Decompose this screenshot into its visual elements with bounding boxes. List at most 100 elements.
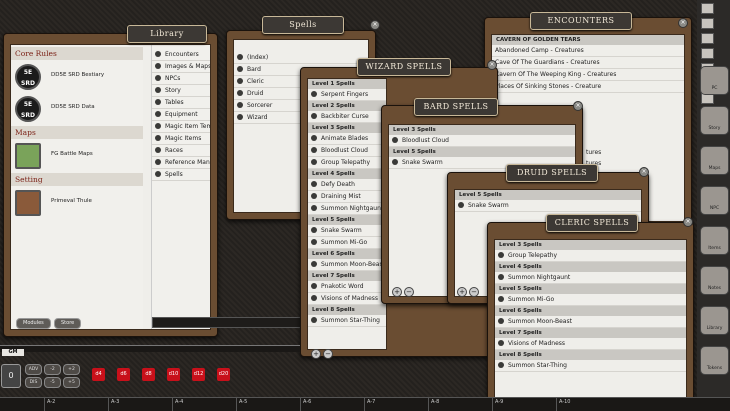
hotkey-slot[interactable]: A-9 — [492, 398, 555, 411]
list-item[interactable]: Summon Star-Thing — [495, 360, 686, 372]
close-icon[interactable]: × — [573, 101, 583, 111]
category-header[interactable]: Core Rules — [11, 47, 143, 60]
list-item[interactable]: Summon Mi-Go — [308, 237, 386, 249]
link-icon[interactable] — [498, 252, 504, 258]
module-entry[interactable]: 5E SRD DD5E SRD Bestiary — [11, 62, 143, 92]
list-item[interactable]: Pnakotic Word — [308, 281, 386, 293]
sidebar-button-items[interactable]: Items — [700, 226, 729, 255]
sidebar-button-library[interactable]: Library — [700, 306, 729, 335]
modifier-button[interactable]: -5 — [44, 377, 61, 388]
category-header[interactable]: Setting — [11, 173, 143, 186]
remove-icon[interactable]: − — [469, 287, 479, 297]
list-item[interactable]: Story — [152, 85, 210, 97]
modifier-button[interactable]: DIS — [25, 377, 42, 388]
sidebar-button-npc[interactable]: NPC — [700, 186, 729, 215]
list-item[interactable]: Encounters — [152, 49, 210, 61]
sidebar-button-notes[interactable]: Notes — [700, 266, 729, 295]
list-item[interactable]: Defy Death — [308, 179, 386, 191]
link-icon[interactable] — [498, 318, 504, 324]
hotkey-slot[interactable]: A-10 — [556, 398, 619, 411]
remove-icon[interactable]: − — [323, 349, 333, 359]
close-icon[interactable]: × — [678, 18, 688, 28]
dice-d6[interactable]: d6 — [117, 368, 130, 381]
encounters-title[interactable]: Encounters — [530, 12, 632, 30]
cleric-spells-title[interactable]: Cleric Spells — [546, 214, 638, 232]
modifier-box[interactable]: 0 — [1, 364, 21, 388]
add-icon[interactable]: + — [457, 287, 467, 297]
list-item[interactable]: Visions of Madness — [495, 338, 686, 350]
link-icon[interactable] — [237, 54, 243, 60]
list-item[interactable]: Backbiter Curse — [308, 111, 386, 123]
link-icon[interactable] — [237, 78, 243, 84]
spells-title[interactable]: Spells — [262, 16, 344, 34]
hotkey-slot[interactable]: A-8 — [428, 398, 491, 411]
encounter-item[interactable]: Cave Of The Guardians - Creatures — [492, 57, 684, 69]
bard-spells-title[interactable]: Bard Spells — [414, 98, 498, 116]
chat-entry-bar[interactable] — [0, 345, 300, 352]
grid-button[interactable] — [701, 33, 714, 44]
grid-button[interactable] — [701, 48, 714, 59]
hotkey-slot[interactable]: A-7 — [364, 398, 427, 411]
list-item[interactable]: Visions of Madness — [308, 293, 386, 305]
link-icon[interactable] — [311, 91, 317, 97]
link-icon[interactable] — [498, 340, 504, 346]
link-icon[interactable] — [498, 296, 504, 302]
encounter-item[interactable]: Places Of Sinking Stones - Creature — [492, 81, 684, 93]
link-icon[interactable] — [311, 135, 317, 141]
link-icon[interactable] — [237, 102, 243, 108]
link-icon[interactable] — [311, 283, 317, 289]
modules-button[interactable]: Modules — [16, 318, 51, 329]
list-item[interactable]: Group Telepathy — [308, 157, 386, 169]
modifier-button[interactable]: +2 — [63, 364, 80, 375]
module-entry[interactable]: Primeval Thule — [11, 188, 143, 218]
link-icon[interactable] — [498, 274, 504, 280]
encounter-item[interactable]: Abandoned Camp - Creatures — [492, 45, 684, 57]
library-filter[interactable] — [152, 317, 304, 328]
link-icon[interactable] — [155, 87, 161, 93]
list-item[interactable]: Summon Nightgaunt — [495, 272, 686, 284]
link-icon[interactable] — [498, 362, 504, 368]
remove-icon[interactable]: − — [404, 287, 414, 297]
list-item[interactable]: Equipment — [152, 109, 210, 121]
link-icon[interactable] — [458, 202, 464, 208]
list-item[interactable]: Magic Item Templates — [152, 121, 210, 133]
module-entry[interactable]: FG Battle Maps — [11, 141, 143, 171]
list-item[interactable]: Bloodlust Cloud — [308, 145, 386, 157]
list-item[interactable]: Spells — [152, 169, 210, 181]
list-item[interactable]: Summon Moon-Beast — [308, 259, 386, 271]
library-title[interactable]: Library — [127, 25, 207, 43]
link-icon[interactable] — [392, 137, 398, 143]
list-item[interactable]: Summon Star-Thing — [308, 315, 386, 327]
grid-button[interactable] — [701, 18, 714, 29]
close-icon[interactable]: × — [370, 20, 380, 30]
sidebar-button-story[interactable]: Story — [700, 106, 729, 135]
list-item[interactable]: Group Telepathy — [495, 250, 686, 262]
list-item[interactable]: (Index) — [234, 52, 368, 64]
sidebar-button-maps[interactable]: Maps — [700, 146, 729, 175]
link-icon[interactable] — [155, 159, 161, 165]
hotkey-slot[interactable]: A-5 — [236, 398, 299, 411]
link-icon[interactable] — [311, 295, 317, 301]
add-icon[interactable]: + — [311, 349, 321, 359]
sidebar-button-pc[interactable]: PC — [700, 66, 729, 95]
link-icon[interactable] — [311, 261, 317, 267]
list-item[interactable]: Summon Mi-Go — [495, 294, 686, 306]
modifier-button[interactable]: +5 — [63, 377, 80, 388]
dice-d4[interactable]: d4 — [92, 368, 105, 381]
link-icon[interactable] — [237, 66, 243, 72]
list-item[interactable]: Serpent Fingers — [308, 89, 386, 101]
link-icon[interactable] — [311, 205, 317, 211]
link-icon[interactable] — [392, 159, 398, 165]
sidebar-button-tokens[interactable]: Tokens — [700, 346, 729, 375]
list-item[interactable]: NPCs — [152, 73, 210, 85]
module-entry[interactable]: 5E SRD DD5E SRD Data — [11, 94, 143, 124]
link-icon[interactable] — [311, 113, 317, 119]
druid-spells-title[interactable]: Druid Spells — [506, 164, 598, 182]
dice-d10[interactable]: d10 — [167, 368, 180, 381]
grid-button[interactable] — [701, 3, 714, 14]
link-icon[interactable] — [155, 75, 161, 81]
category-header[interactable]: Maps — [11, 126, 143, 139]
list-item[interactable]: Tables — [152, 97, 210, 109]
link-icon[interactable] — [155, 171, 161, 177]
list-item[interactable]: Summon Nightgaunt — [308, 203, 386, 215]
